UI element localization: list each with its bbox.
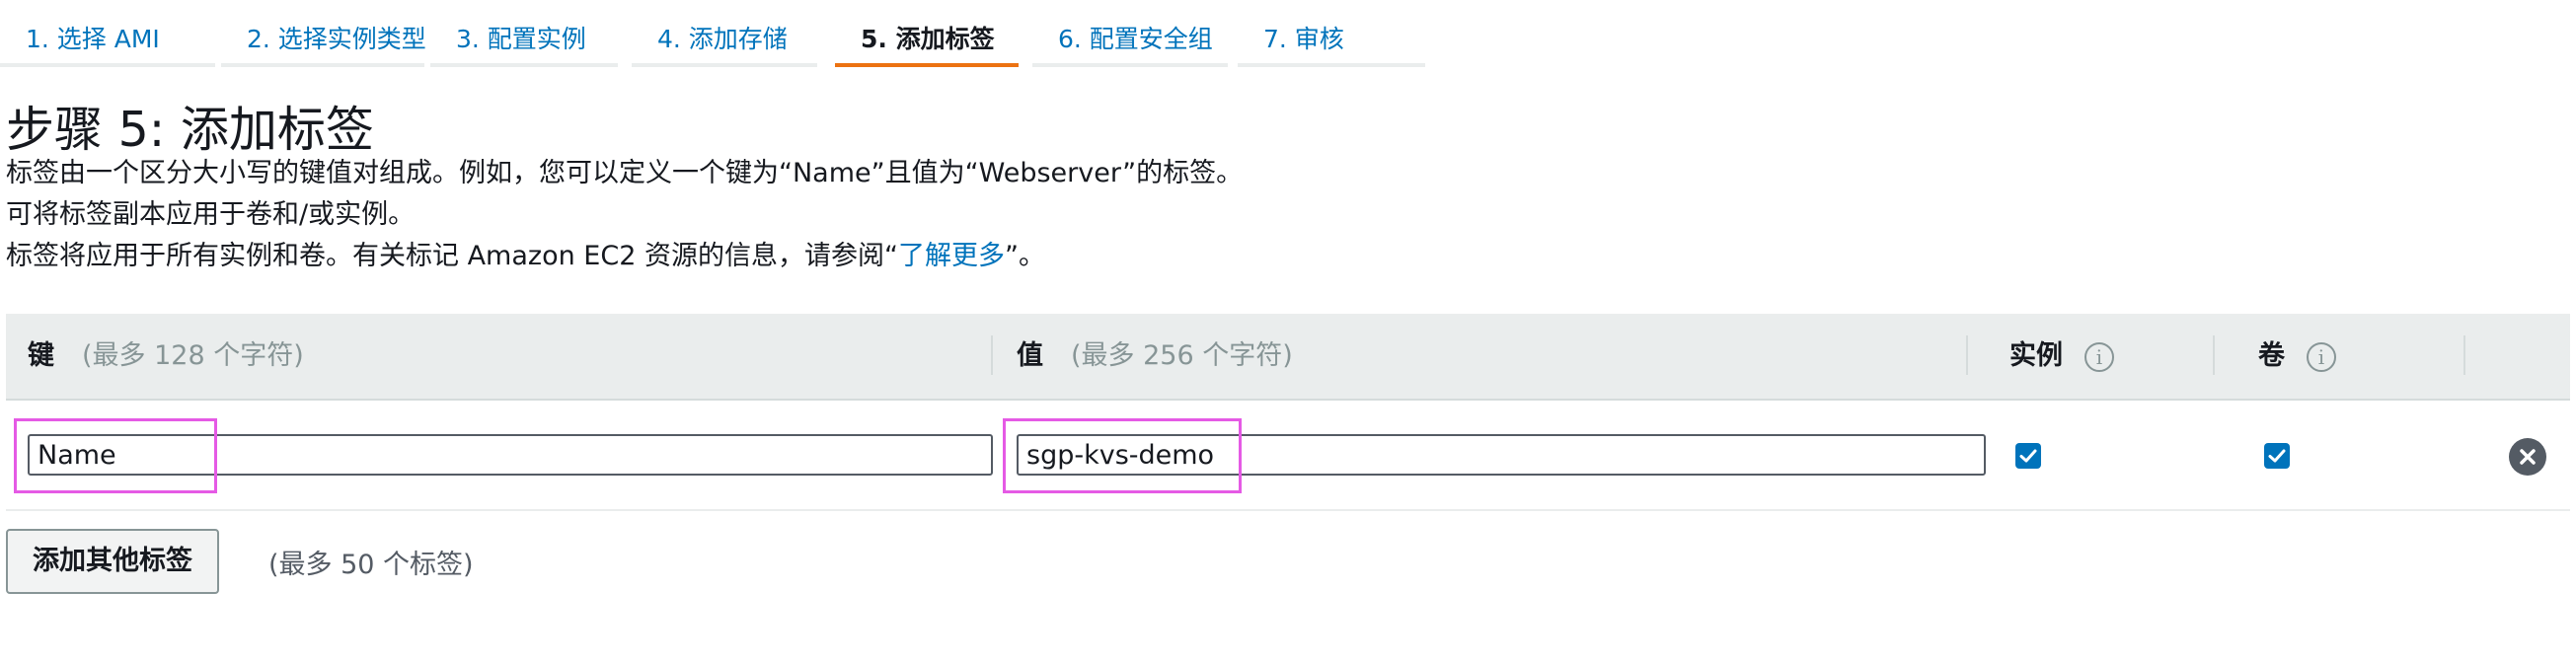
tag-key-input[interactable] [28, 434, 993, 476]
description-line-3: 标签将应用于所有实例和卷。有关标记 Amazon EC2 资源的信息，请参阅“了… [6, 234, 1045, 272]
tab-choose-ami[interactable]: 1. 选择 AMI [0, 0, 215, 67]
key-column-header: 键 (最多 128 个字符) [28, 314, 304, 399]
tab-configure-security-group[interactable]: 6. 配置安全组 [1032, 0, 1228, 67]
tab-review[interactable]: 7. 审核 [1238, 0, 1425, 67]
tag-limit-hint: (最多 50 个标签) [268, 550, 474, 580]
column-divider [2213, 335, 2215, 375]
volumes-header-label: 卷 [2258, 340, 2285, 371]
description-line-2: 可将标签副本应用于卷和/或实例。 [6, 199, 416, 230]
tab-add-storage[interactable]: 4. 添加存储 [632, 0, 817, 67]
checkmark-icon [2268, 449, 2286, 463]
tab-add-tags[interactable]: 5. 添加标签 [835, 0, 1019, 67]
tab-label: 2. 选择实例类型 [247, 25, 426, 53]
checkmark-icon [2019, 449, 2037, 463]
description-prefix: 标签将应用于所有实例和卷。有关标记 Amazon EC2 资源的信息，请参阅“ [6, 241, 898, 271]
tab-label: 3. 配置实例 [456, 25, 586, 53]
instances-checkbox[interactable] [2015, 443, 2041, 469]
tab-label: 1. 选择 AMI [26, 25, 160, 53]
instances-column-header: 实例 i [2009, 314, 2114, 399]
close-icon [2520, 449, 2536, 465]
description-suffix: ”。 [1004, 241, 1045, 271]
volumes-column-header: 卷i [2258, 314, 2336, 399]
volumes-checkbox[interactable] [2264, 443, 2290, 469]
tag-table-header: 键 (最多 128 个字符) 值 (最多 256 个字符) 实例 i 卷i [6, 314, 2570, 401]
learn-more-link[interactable]: 了解更多 [898, 241, 1005, 271]
column-divider [2463, 335, 2465, 375]
tab-label: 4. 添加存储 [657, 25, 788, 53]
key-header-label: 键 [28, 340, 54, 371]
info-icon[interactable]: i [2084, 341, 2114, 372]
info-icon[interactable]: i [2307, 341, 2336, 372]
key-length-hint: (最多 128 个字符) [82, 340, 304, 371]
tab-label: 5. 添加标签 [861, 25, 995, 53]
column-divider [991, 335, 993, 375]
instances-header-label: 实例 [2009, 340, 2063, 371]
value-column-header: 值 (最多 256 个字符) [1017, 314, 1293, 399]
tag-value-input[interactable] [1017, 434, 1986, 476]
column-divider [1966, 335, 1968, 375]
tab-configure-instance[interactable]: 3. 配置实例 [430, 0, 618, 67]
tab-label: 7. 审核 [1263, 25, 1344, 53]
remove-tag-button[interactable] [2509, 438, 2546, 476]
table-row [6, 399, 2570, 511]
tab-choose-instance-type[interactable]: 2. 选择实例类型 [221, 0, 426, 67]
value-length-hint: (最多 256 个字符) [1071, 340, 1293, 371]
tab-label: 6. 配置安全组 [1058, 25, 1213, 53]
description-line-1: 标签由一个区分大小写的键值对组成。例如，您可以定义一个键为“Name”且值为“W… [6, 158, 1244, 188]
value-header-label: 值 [1017, 340, 1043, 371]
add-tag-button[interactable]: 添加其他标签 [6, 529, 219, 594]
